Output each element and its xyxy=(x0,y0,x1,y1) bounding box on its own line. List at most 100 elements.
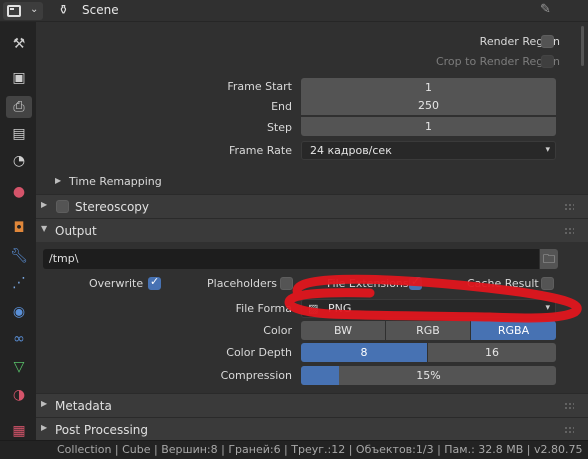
frame-rate-row: Frame Rate 24 кадров/сек ▾ xyxy=(36,140,588,162)
file-extensions-checkbox[interactable] xyxy=(409,275,422,290)
tab-data[interactable]: ▽ xyxy=(6,356,32,378)
frame-step-field[interactable]: 1 xyxy=(301,117,556,136)
frame-step-label: Step xyxy=(266,121,292,134)
chevron-down-icon: ▾ xyxy=(545,303,550,313)
properties-panel: Render Region Crop to Render Region Fram… xyxy=(36,22,588,441)
printer-icon: ⎙ xyxy=(13,99,25,115)
tab-modifiers[interactable]: 🔧︎ xyxy=(6,245,32,267)
tab-physics[interactable]: ◉ xyxy=(6,301,32,323)
metadata-panel-header[interactable]: ▶ Metadata xyxy=(36,393,588,417)
color-option-rgb[interactable]: RGB xyxy=(386,321,470,340)
overwrite-checkbox[interactable] xyxy=(148,275,161,290)
color-depth-label: Color Depth xyxy=(226,346,292,359)
browse-folder-button[interactable]: 🗀︎ xyxy=(540,249,558,269)
cache-result-label: Cache Result xyxy=(467,277,539,290)
stereoscopy-checkbox[interactable] xyxy=(56,200,69,213)
frame-rate-dropdown[interactable]: 24 кадров/сек ▾ xyxy=(301,141,556,160)
constraint-icon: ∞ xyxy=(13,331,25,347)
color-option-rgba[interactable]: RGBA xyxy=(471,321,556,340)
material-icon: ◑ xyxy=(12,387,26,403)
tab-view-layer[interactable]: ▤ xyxy=(6,123,32,145)
particles-icon: ⋰ xyxy=(12,275,26,291)
frame-start-row: Frame Start 1 xyxy=(36,76,588,98)
frame-start-field[interactable]: 1 xyxy=(301,78,556,97)
crop-region-checkbox[interactable] xyxy=(541,55,554,68)
color-label: Color xyxy=(263,324,292,337)
tab-object[interactable]: ◘ xyxy=(6,217,32,239)
output-panel-header[interactable]: ▼ Output xyxy=(36,218,588,242)
tab-material[interactable]: ◑ xyxy=(6,384,32,406)
metadata-title: Metadata xyxy=(55,399,112,413)
tab-scene[interactable]: ◔ xyxy=(6,150,32,172)
time-remapping-title: Time Remapping xyxy=(69,175,162,188)
scene-icon: ◔ xyxy=(12,153,26,169)
post-processing-title: Post Processing xyxy=(55,423,148,437)
tab-texture[interactable]: ▦ xyxy=(6,420,32,442)
tab-output[interactable]: ⎙ xyxy=(6,96,32,118)
frame-end-field[interactable]: 250 xyxy=(301,96,556,115)
post-processing-panel-header[interactable]: ▶ Post Processing xyxy=(36,417,588,441)
color-depth-row: Color Depth 8 16 xyxy=(36,342,588,364)
texture-icon: ▦ xyxy=(12,423,26,439)
scene-icon: ⚱ xyxy=(58,3,69,18)
collapsed-triangle-icon: ▶ xyxy=(41,399,48,408)
status-bar: Collection | Cube | Вершин:8 | Граней:6 … xyxy=(0,440,588,459)
file-format-row: File Forma ▨ PNG ▾ xyxy=(36,298,588,320)
file-extensions-label: File Extensions xyxy=(327,277,409,290)
compression-value: 15% xyxy=(416,369,441,382)
color-depth-option-8[interactable]: 8 xyxy=(301,343,427,362)
frame-end-row: End 250 xyxy=(36,96,588,118)
frame-step-row: Step 1 xyxy=(36,117,588,139)
collapsed-triangle-icon: ▶ xyxy=(41,423,48,432)
stereoscopy-title: Stereoscopy xyxy=(75,200,150,214)
image-icon: ▤ xyxy=(12,126,26,142)
frame-start-label: Frame Start xyxy=(227,80,292,93)
render-region-checkbox[interactable] xyxy=(541,35,554,48)
placeholders-checkbox[interactable] xyxy=(280,277,293,290)
world-icon: ● xyxy=(12,184,26,200)
tab-particles[interactable]: ⋰ xyxy=(6,272,32,294)
folder-icon: 🗀︎ xyxy=(542,252,555,266)
object-icon: ◘ xyxy=(13,220,25,236)
crop-region-row: Crop to Render Region xyxy=(36,51,588,73)
editor-type-button[interactable]: ⌄ xyxy=(3,2,43,20)
frame-end-label: End xyxy=(271,100,292,113)
properties-editor-icon xyxy=(7,5,21,17)
scrollbar[interactable] xyxy=(581,26,584,66)
drag-handle-icon[interactable] xyxy=(564,227,574,235)
tab-render[interactable]: ▣ xyxy=(6,67,32,89)
color-depth-option-16[interactable]: 16 xyxy=(428,343,556,362)
output-path-input[interactable]: /tmp\ xyxy=(43,249,539,269)
tab-constraints[interactable]: ∞ xyxy=(6,328,32,350)
properties-tabs: ⚒ ▣ ⎙ ▤ ◔ ● ◘ 🔧︎ ⋰ ◉ ∞ ▽ ◑ ▦ xyxy=(0,22,36,459)
pin-icon[interactable]: ✎ xyxy=(540,2,551,17)
file-format-dropdown[interactable]: ▨ PNG ▾ xyxy=(301,299,556,318)
expanded-triangle-icon: ▼ xyxy=(41,224,48,233)
placeholders-label: Placeholders xyxy=(207,277,278,290)
overwrite-label: Overwrite xyxy=(89,277,144,290)
wrench-icon: 🔧︎ xyxy=(10,248,28,264)
compression-slider[interactable]: 15% xyxy=(301,366,556,385)
color-option-bw[interactable]: BW xyxy=(301,321,385,340)
render-region-row: Render Region xyxy=(36,31,588,53)
tool-icon: ⚒ xyxy=(12,36,26,52)
drag-handle-icon[interactable] xyxy=(564,402,574,410)
file-format-value: PNG xyxy=(328,302,352,315)
output-title: Output xyxy=(55,224,97,238)
frame-rate-label: Frame Rate xyxy=(229,144,292,157)
image-file-icon: ▨ xyxy=(308,302,319,315)
chevron-down-icon: ⌄ xyxy=(30,4,39,15)
stereoscopy-panel-header[interactable]: ▶ Stereoscopy xyxy=(36,194,588,218)
drag-handle-icon[interactable] xyxy=(564,426,574,434)
tab-world[interactable]: ● xyxy=(6,181,32,203)
frame-rate-value: 24 кадров/сек xyxy=(310,144,392,157)
context-title: Scene xyxy=(82,3,119,17)
drag-handle-icon[interactable] xyxy=(564,203,574,211)
properties-header: ⌄ ⚱ Scene ✎ xyxy=(0,0,588,22)
tab-tool[interactable]: ⚒ xyxy=(6,33,32,55)
time-remapping-subpanel[interactable]: ▶ Time Remapping xyxy=(36,171,588,193)
render-camera-icon: ▣ xyxy=(12,70,26,86)
collapsed-triangle-icon: ▶ xyxy=(41,200,48,209)
collapsed-triangle-icon: ▶ xyxy=(55,176,62,185)
cache-result-checkbox[interactable] xyxy=(541,277,554,290)
